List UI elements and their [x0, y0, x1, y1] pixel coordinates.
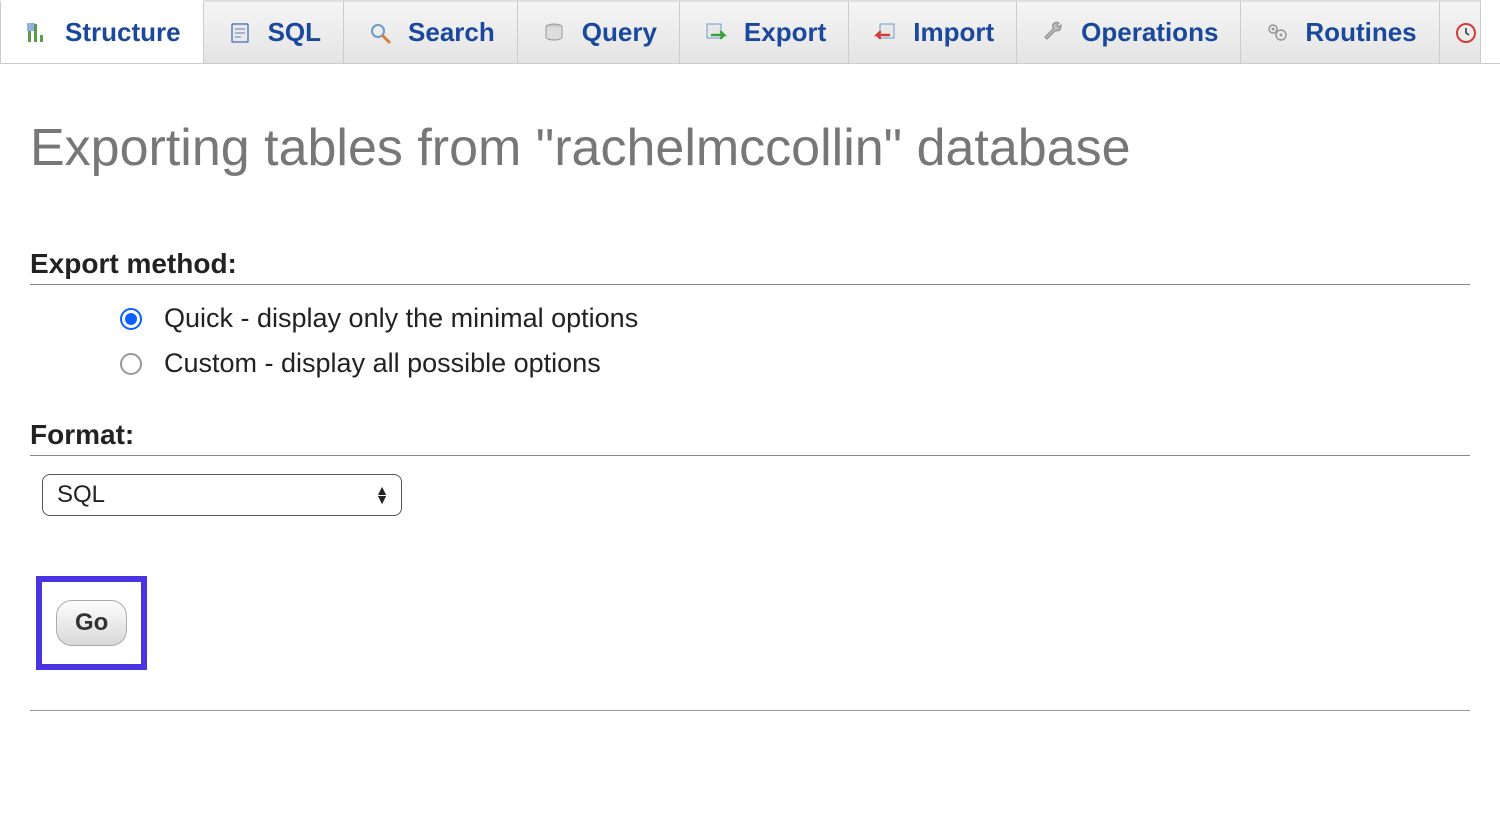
import-icon [871, 19, 899, 47]
go-button[interactable]: Go [56, 600, 127, 646]
format-select[interactable]: SQL ▲▼ [42, 474, 402, 516]
export-method-radio-group: Quick - display only the minimal options… [30, 303, 1470, 379]
divider [30, 284, 1470, 285]
radio-label: Quick - display only the minimal options [164, 303, 638, 334]
tab-label: Import [913, 17, 994, 48]
tab-label: Routines [1305, 17, 1416, 48]
tab-label: Operations [1081, 17, 1218, 48]
tab-import[interactable]: Import [849, 0, 1017, 63]
tab-label: Export [744, 17, 826, 48]
tab-search[interactable]: Search [344, 0, 518, 63]
tab-bar: Structure SQL Search Query Export Import [0, 0, 1500, 64]
operations-icon [1039, 19, 1067, 47]
export-icon [702, 19, 730, 47]
select-value: SQL [57, 481, 105, 509]
tab-sql[interactable]: SQL [204, 0, 344, 63]
radio-quick[interactable]: Quick - display only the minimal options [120, 303, 1470, 334]
tab-operations[interactable]: Operations [1017, 0, 1241, 63]
radio-custom[interactable]: Custom - display all possible options [120, 348, 1470, 379]
structure-icon [23, 19, 51, 47]
divider [30, 455, 1470, 456]
tab-structure[interactable]: Structure [0, 0, 204, 63]
tab-query[interactable]: Query [518, 0, 680, 63]
tab-label: SQL [268, 17, 321, 48]
clock-icon [1452, 19, 1480, 47]
radio-input[interactable] [120, 353, 142, 375]
format-label: Format: [30, 419, 1470, 451]
radio-label: Custom - display all possible options [164, 348, 601, 379]
page-title: Exporting tables from "rachelmccollin" d… [30, 118, 1470, 178]
tab-label: Search [408, 17, 495, 48]
main-content: Exporting tables from "rachelmccollin" d… [0, 64, 1500, 711]
divider [30, 710, 1470, 711]
radio-input[interactable] [120, 308, 142, 330]
query-icon [540, 19, 568, 47]
tab-label: Structure [65, 17, 181, 48]
sql-icon [226, 19, 254, 47]
tab-routines[interactable]: Routines [1241, 0, 1439, 63]
search-icon [366, 19, 394, 47]
go-highlight: Go [36, 576, 147, 670]
routines-icon [1263, 19, 1291, 47]
chevron-updown-icon: ▲▼ [375, 486, 389, 504]
tab-label: Query [582, 17, 657, 48]
export-method-label: Export method: [30, 248, 1470, 280]
tab-export[interactable]: Export [680, 0, 849, 63]
tab-overflow[interactable] [1440, 0, 1481, 63]
